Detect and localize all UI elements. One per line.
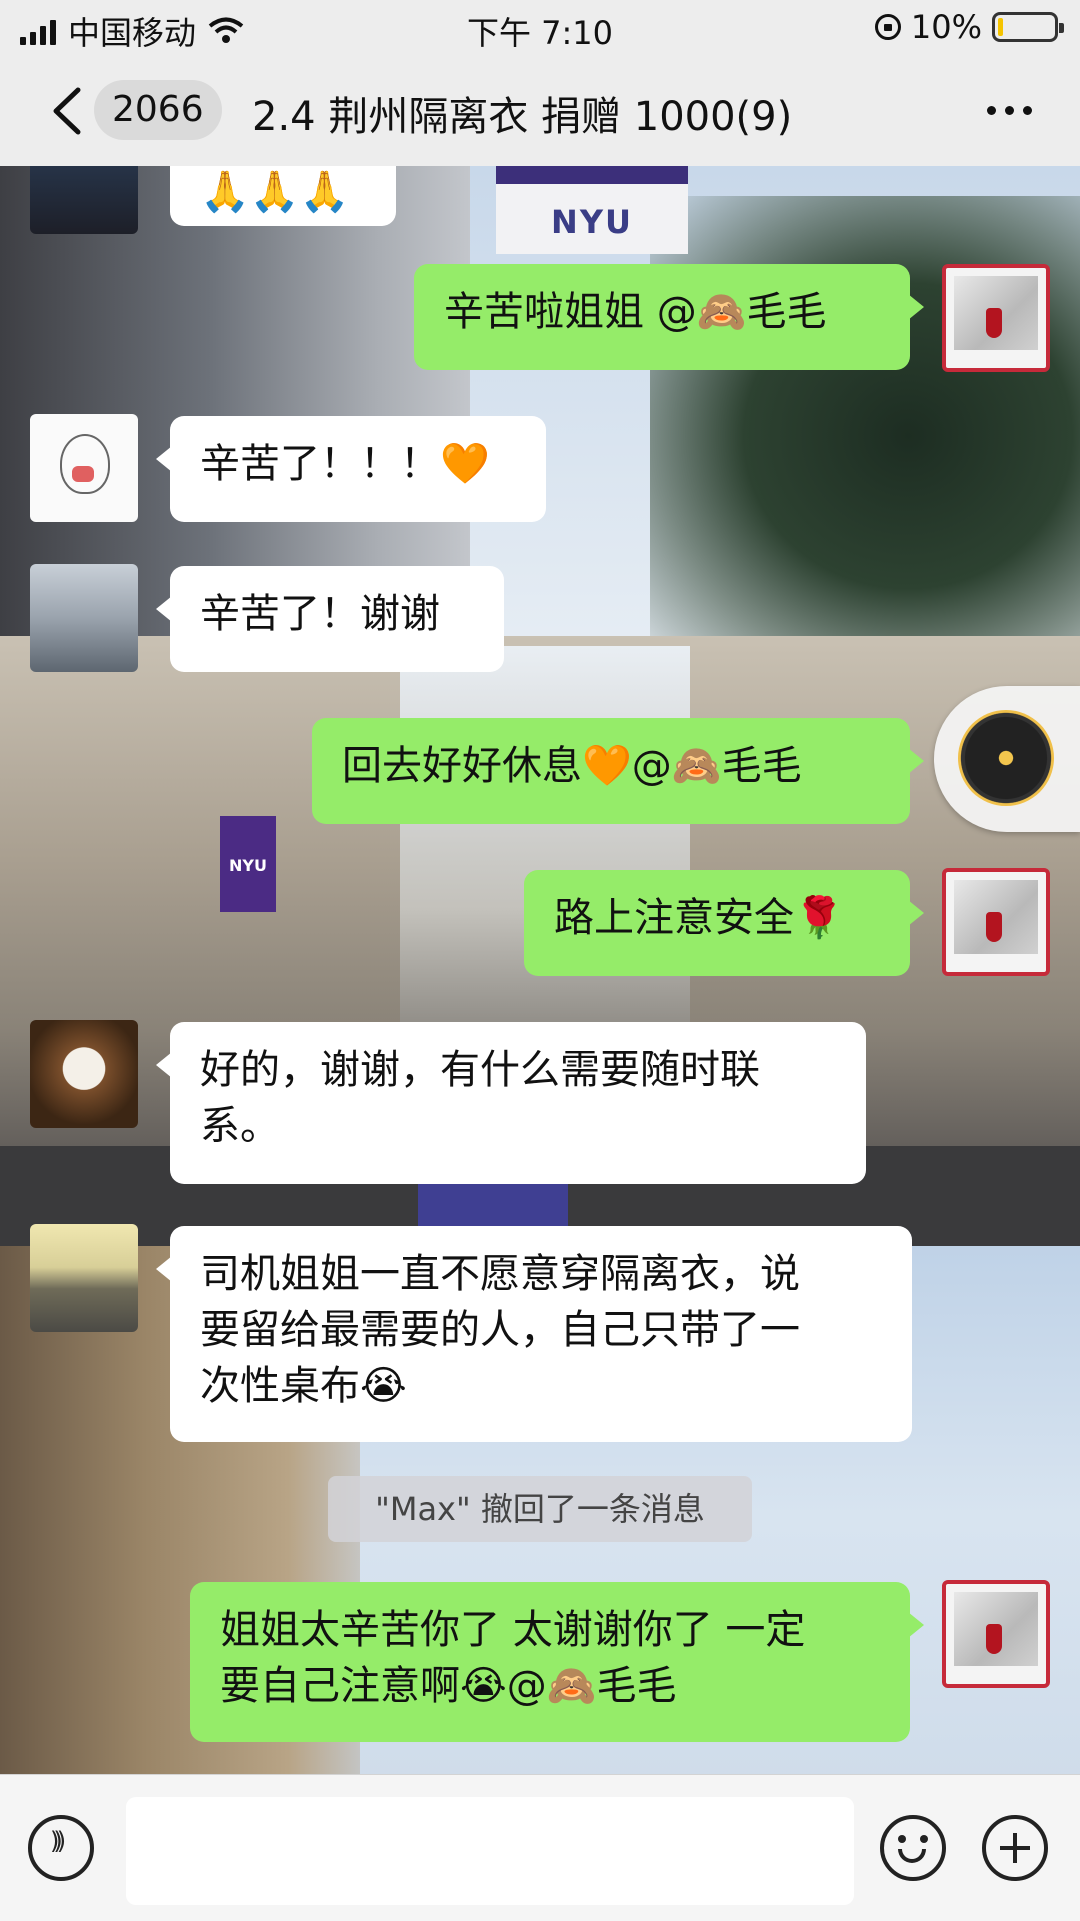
background-flag-small: NYU (220, 816, 276, 912)
unread-count-badge[interactable]: 2066 (94, 80, 222, 140)
battery-percent: 10% (910, 8, 982, 46)
avatar[interactable] (30, 564, 138, 672)
avatar[interactable] (30, 1020, 138, 1128)
avatar[interactable] (30, 1224, 138, 1332)
chevron-left-icon[interactable] (48, 86, 88, 136)
message-bubble[interactable]: 辛苦了！谢谢 (156, 566, 504, 672)
more-dots-icon[interactable] (987, 106, 1032, 115)
recall-notice: "Max" 撤回了一条消息 (328, 1476, 752, 1542)
chat-area[interactable]: NYU NYU 🙏🙏🙏 辛苦啦姐姐 @🙈毛毛 辛苦了！！！🧡 辛苦了！谢谢 回去… (0, 166, 1080, 1774)
message-bubble[interactable]: 辛苦了！！！🧡 (156, 416, 546, 522)
avatar-self[interactable] (942, 264, 1050, 372)
voice-icon[interactable] (28, 1815, 94, 1881)
message-input[interactable] (126, 1797, 854, 1905)
background-street-vista (400, 646, 690, 1086)
message-bubble[interactable]: 回去好好休息🧡@🙈毛毛 (312, 718, 924, 824)
rotation-lock-icon (874, 14, 901, 40)
message-bubble[interactable]: 🙏🙏🙏 (170, 166, 396, 226)
avatar-self[interactable] (942, 1580, 1050, 1688)
avatar-self[interactable] (942, 868, 1050, 976)
message-bubble[interactable]: 姐姐太辛苦你了 太谢谢你了 一定 要自己注意啊😭@🙈毛毛 (190, 1582, 924, 1742)
chat-title: 2.4 荆州隔离衣 捐赠 1000(9) (252, 94, 793, 140)
background-flag: NYU (496, 166, 688, 254)
message-bubble[interactable]: 好的，谢谢，有什么需要随时联 系。 (156, 1022, 866, 1184)
plus-icon[interactable] (982, 1815, 1048, 1881)
message-bubble[interactable]: 路上注意安全🌹 (524, 870, 924, 976)
battery-icon (992, 12, 1064, 42)
emoji-icon[interactable] (880, 1815, 946, 1881)
avatar[interactable] (30, 414, 138, 522)
chat-header: 2066 2.4 荆州隔离衣 捐赠 1000(9) (0, 56, 1080, 167)
avatar[interactable] (30, 166, 138, 234)
music-disc-icon[interactable] (934, 686, 1080, 832)
input-bar (0, 1774, 1080, 1921)
status-bar: 中国移动 下午 7:10 10% (0, 0, 1080, 56)
message-bubble[interactable]: 辛苦啦姐姐 @🙈毛毛 (414, 264, 924, 370)
message-bubble[interactable]: 司机姐姐一直不愿意穿隔离衣，说 要留给最需要的人，自己只带了一 次性桌布😭 (156, 1226, 912, 1442)
status-right: 10% (874, 8, 1064, 46)
